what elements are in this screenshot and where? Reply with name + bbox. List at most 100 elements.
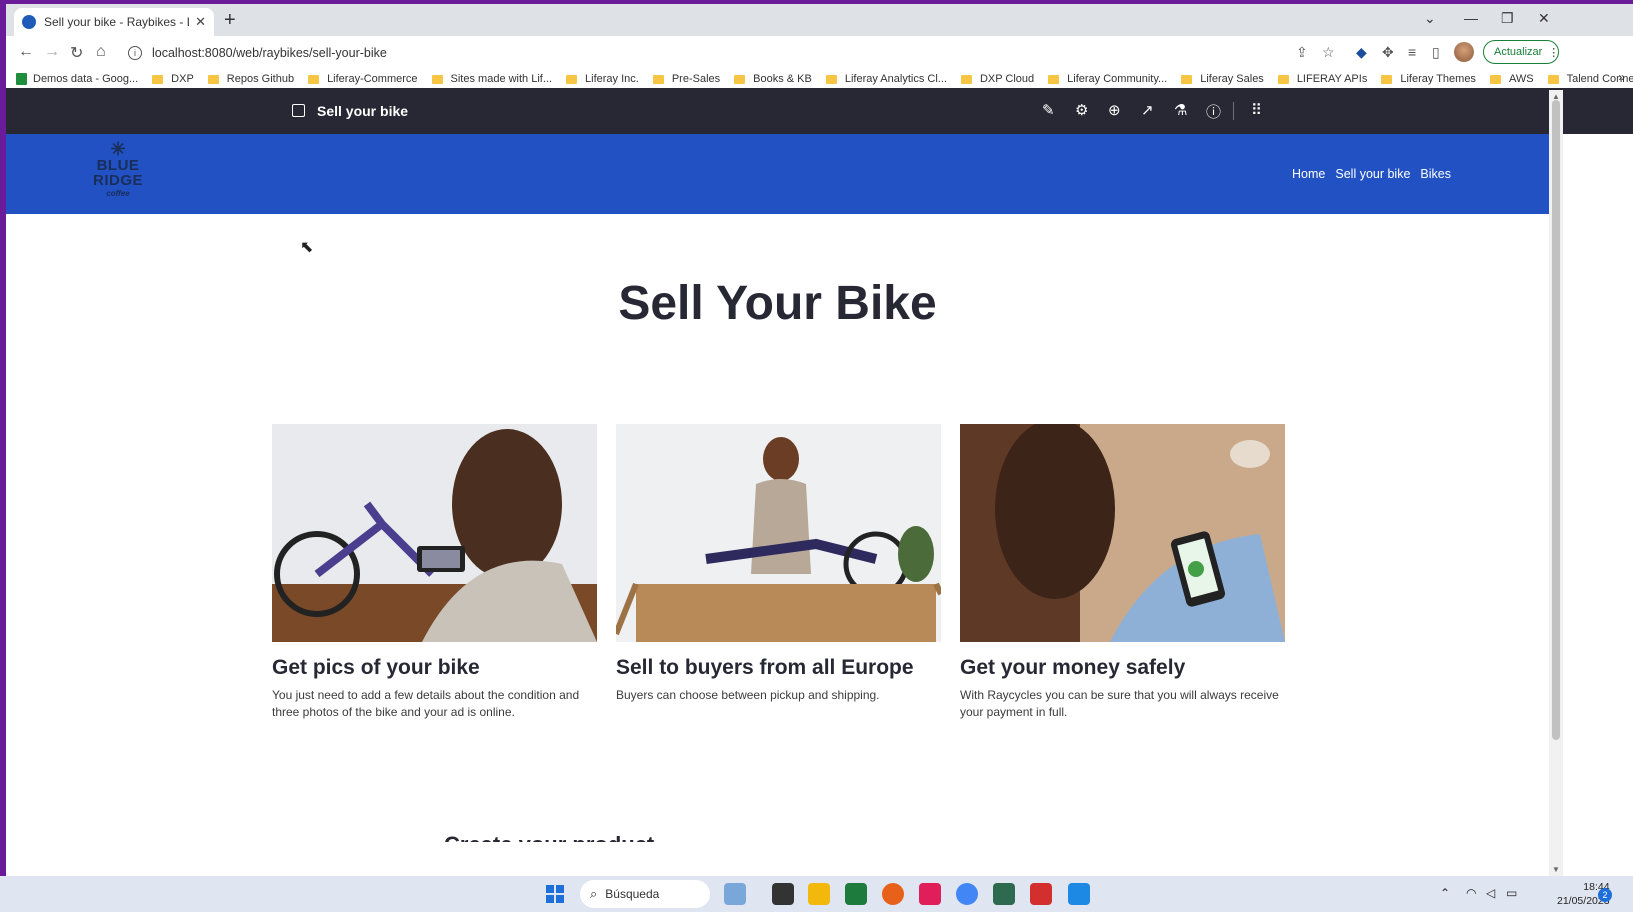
scroll-thumb[interactable] <box>1552 100 1560 740</box>
taskbar-search[interactable]: ⌕ Búsqueda <box>580 880 710 908</box>
search-icon: ⌕ <box>590 886 598 901</box>
gear-icon[interactable]: ⚙ <box>1075 101 1088 119</box>
folder-icon <box>1048 74 1060 84</box>
bookmark-label: DXP Cloud <box>979 73 1035 85</box>
product-menu-toggle-icon[interactable] <box>292 104 305 117</box>
bookmark-item[interactable]: AWS <box>1489 73 1534 85</box>
bookmark-label: AWS <box>1508 73 1534 85</box>
bookmark-item[interactable]: DXP Cloud <box>960 73 1035 85</box>
file-explorer-icon[interactable] <box>808 883 830 905</box>
feature-card: Get your money safely With Raycycles you… <box>960 424 1285 721</box>
liferay-favicon-icon <box>22 15 36 29</box>
control-bar-page-title: Sell your bike <box>317 103 409 119</box>
minimize-icon[interactable]: — <box>1464 10 1478 26</box>
restore-icon[interactable]: ❐ <box>1501 10 1514 27</box>
address-bar[interactable]: i localhost:8080/web/raybikes/sell-your-… <box>128 42 387 64</box>
bookmark-item[interactable]: Sites made with Lif... <box>431 73 552 85</box>
folder-icon <box>308 74 320 84</box>
bookmark-label: Liferay Analytics Cl... <box>844 73 947 85</box>
extensions-puzzle-icon[interactable]: ✥ <box>1382 44 1394 61</box>
control-bar-divider <box>1233 102 1234 120</box>
slack-icon[interactable] <box>919 883 941 905</box>
firefox-icon[interactable] <box>882 883 904 905</box>
nav-bikes[interactable]: Bikes <box>1420 167 1451 181</box>
bookmark-item[interactable]: Demos data - Goog... <box>16 73 138 85</box>
control-bar: Sell your bike ✎ ⚙ ⊕ ↗ ⚗ ⓘ ⠿ <box>6 88 1633 134</box>
tab-strip: Sell your bike - Raybikes - Liferay ✕ + … <box>6 4 1633 36</box>
bookmark-label: Demos data - Goog... <box>33 73 139 85</box>
side-panel-icon[interactable]: ▯ <box>1432 44 1440 61</box>
wifi-icon[interactable]: ◠ <box>1466 886 1476 900</box>
page-scrollbar[interactable]: ▲ ▼ <box>1549 90 1563 876</box>
vscode-icon[interactable] <box>1068 883 1090 905</box>
apps-grid-icon[interactable]: ⠿ <box>1251 101 1262 119</box>
terminal-app-icon[interactable] <box>993 883 1015 905</box>
bookmark-item[interactable]: Books & KB <box>734 73 812 85</box>
battery-icon[interactable]: ▭ <box>1506 886 1517 900</box>
more-bookmarks-icon[interactable]: » <box>1618 70 1625 84</box>
tray-overflow-icon[interactable]: ⌃ <box>1440 886 1450 900</box>
extension-icon[interactable]: ◆ <box>1356 44 1367 61</box>
card-heading: Get pics of your bike <box>272 656 480 679</box>
woman-unboxing-bike-image <box>616 424 941 642</box>
windows-start-icon[interactable] <box>546 885 564 903</box>
notification-badge[interactable]: 2 <box>1598 888 1612 902</box>
woman-photographing-bike-image <box>272 424 597 642</box>
reading-list-icon[interactable]: ≡ <box>1408 44 1416 60</box>
analytics-icon[interactable]: ↗ <box>1141 101 1154 119</box>
sheets-icon <box>16 73 27 85</box>
bookmark-item[interactable]: LIFERAY APIs <box>1277 73 1367 85</box>
bookmark-label: Liferay Community... <box>1067 73 1168 85</box>
menu-kebab-icon[interactable]: ⋮ <box>1548 46 1559 59</box>
next-section-heading: Create your product <box>444 830 654 842</box>
globe-icon[interactable]: ⊕ <box>1108 101 1121 119</box>
close-tab-icon[interactable]: ✕ <box>195 14 206 30</box>
scroll-down-icon[interactable]: ▼ <box>1552 865 1560 874</box>
forward-icon[interactable]: → <box>44 43 60 61</box>
bookmark-item[interactable]: Pre-Sales <box>652 73 720 85</box>
bookmark-item[interactable]: Liferay Analytics Cl... <box>825 73 947 85</box>
pencil-icon[interactable]: ✎ <box>1042 101 1055 119</box>
spreadsheet-app-icon[interactable] <box>845 883 867 905</box>
bookmark-item[interactable]: Liferay Community... <box>1048 73 1167 85</box>
browser-window: Sell your bike - Raybikes - Liferay ✕ + … <box>6 4 1633 876</box>
update-label: Actualizar <box>1494 46 1543 58</box>
nav-sell-your-bike[interactable]: Sell your bike <box>1335 167 1410 181</box>
volume-icon[interactable]: ◁ <box>1486 886 1495 900</box>
update-button[interactable]: Actualizar ⋮ <box>1483 40 1559 64</box>
folder-icon <box>431 74 443 84</box>
bookmark-item[interactable]: Liferay Themes <box>1381 73 1476 85</box>
bookmark-item[interactable]: Liferay Sales <box>1181 73 1264 85</box>
reload-icon[interactable]: ↻ <box>70 43 83 63</box>
folder-icon <box>207 74 219 84</box>
tab-search-icon[interactable]: ⌄ <box>1424 10 1436 27</box>
back-icon[interactable]: ← <box>18 43 34 61</box>
bookmark-label: Books & KB <box>753 73 812 85</box>
profile-avatar[interactable] <box>1454 42 1474 62</box>
task-view-icon[interactable] <box>772 883 794 905</box>
close-window-icon[interactable]: ✕ <box>1538 10 1550 27</box>
card-image <box>960 424 1285 642</box>
info-icon[interactable]: ⓘ <box>1206 101 1221 122</box>
site-info-icon[interactable]: i <box>128 46 142 60</box>
browser-tab[interactable]: Sell your bike - Raybikes - Liferay ✕ <box>14 8 214 36</box>
bookmark-item[interactable]: DXP <box>152 73 194 85</box>
share-icon[interactable]: ⇪ <box>1296 44 1308 61</box>
card-heading: Sell to buyers from all Europe <box>616 656 914 679</box>
home-icon[interactable]: ⌂ <box>96 43 106 61</box>
bookmark-item[interactable]: Repos Github <box>207 73 295 85</box>
bookmark-item[interactable]: Liferay Inc. <box>566 73 639 85</box>
new-tab-icon[interactable]: + <box>224 10 236 30</box>
nav-home[interactable]: Home <box>1292 167 1325 181</box>
bookmark-label: Liferay Inc. <box>585 73 639 85</box>
folder-icon <box>1181 74 1193 84</box>
flask-icon[interactable]: ⚗ <box>1174 101 1187 119</box>
bookmark-item[interactable]: Liferay-Commerce <box>308 73 418 85</box>
bookmark-label: Repos Github <box>226 73 295 85</box>
site-logo[interactable]: ✳ BLUE RIDGE coffee <box>88 140 148 210</box>
chrome-icon[interactable] <box>956 883 978 905</box>
bookmarks-bar: Demos data - Goog... DXP Repos Github Li… <box>6 68 1633 90</box>
widgets-app-icon[interactable] <box>724 883 746 905</box>
bookmark-star-icon[interactable]: ☆ <box>1322 44 1335 61</box>
acrobat-icon[interactable] <box>1030 883 1052 905</box>
